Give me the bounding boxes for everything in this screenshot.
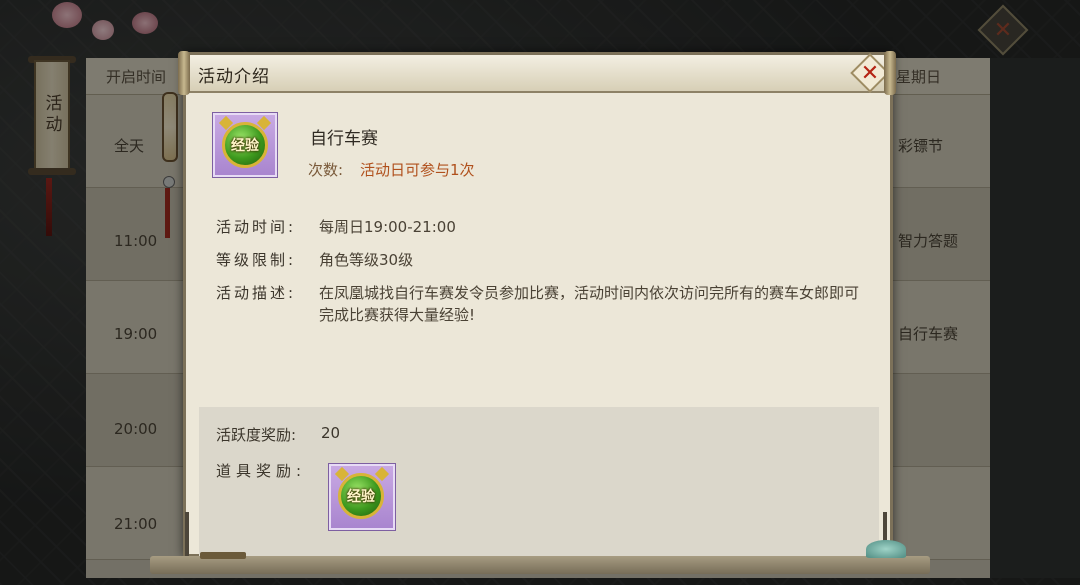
exp-orb-icon: 经验	[222, 122, 268, 168]
exp-orb-icon: 经验	[338, 473, 384, 519]
reward-panel: 活跃度奖励: 20 道具奖励: 经验	[199, 407, 879, 557]
activity-intro-dialog: 活动介绍 ✕ 经验 自行车赛 次数: 活动日可参与1次 活动时间: 每周日19:…	[178, 51, 896, 557]
activity-icon[interactable]: 经验	[212, 112, 278, 178]
activity-name: 自行车赛	[310, 129, 378, 149]
dialog-title: 活动介绍	[198, 67, 270, 87]
level-value: 角色等级30级	[319, 251, 414, 269]
scroll-roll-right	[884, 51, 896, 95]
times-value: 活动日可参与1次	[360, 161, 475, 179]
exp-orb-text: 经验	[347, 489, 375, 505]
level-label: 等级限制:	[216, 251, 297, 269]
description-label: 活动描述:	[216, 284, 297, 302]
time-label: 活动时间:	[216, 218, 297, 236]
exp-orb-text: 经验	[231, 138, 259, 154]
lotus-decoration	[866, 540, 906, 558]
description-text: 在凤凰城找自行车赛发令员参加比赛，活动时间内依次访问完所有的赛车女郎即可完成比赛…	[319, 284, 860, 324]
times-label: 次数:	[308, 161, 344, 179]
incense-decoration	[185, 512, 189, 556]
scroll-roll-left	[178, 51, 190, 95]
dialog-title-bar: 活动介绍 ✕	[178, 51, 896, 95]
desk-base	[150, 556, 930, 574]
brush-decoration	[200, 552, 246, 559]
close-icon: ✕	[860, 60, 880, 86]
activity-points-value: 20	[321, 424, 341, 442]
time-value: 每周日19:00-21:00	[319, 218, 456, 236]
item-reward-label: 道具奖励:	[216, 462, 307, 480]
activity-points-label: 活跃度奖励:	[216, 426, 297, 444]
reward-item-slot[interactable]: 经验	[328, 463, 396, 531]
